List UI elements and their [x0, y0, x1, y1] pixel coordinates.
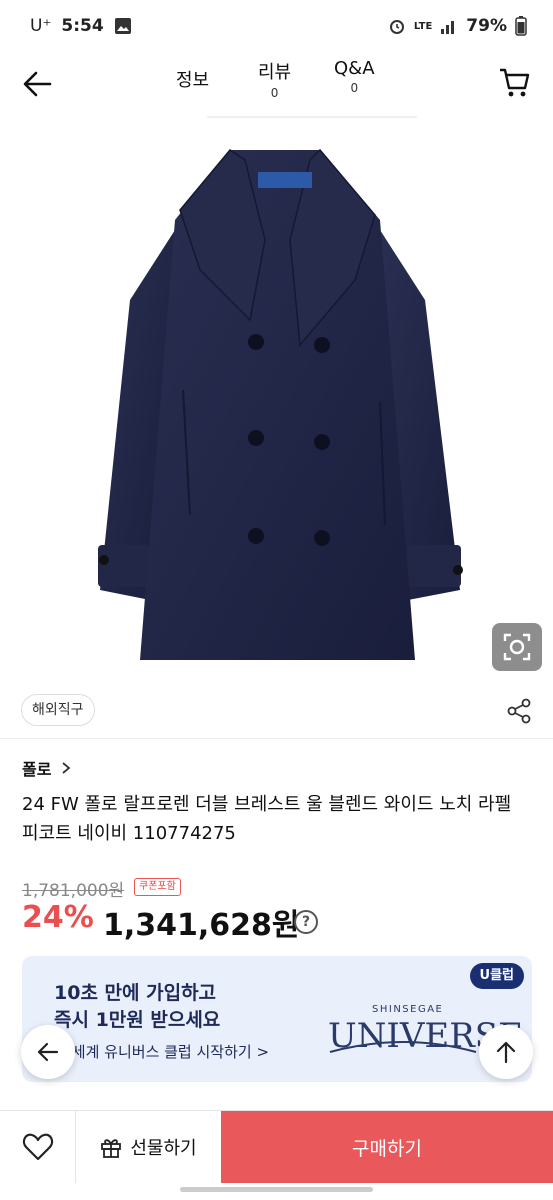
scroll-top-button[interactable] [479, 1025, 533, 1079]
network-label: LTE [413, 20, 433, 32]
discount-rate: 24% [22, 900, 94, 935]
product-image[interactable] [0, 120, 553, 685]
banner-cta: 신세계 유니버스 클럽 시작하기 > [58, 1043, 270, 1061]
logo-shinsegae: SHINSEGAE [372, 1004, 444, 1015]
gift-button[interactable]: 선물하기 [76, 1111, 221, 1183]
original-price: 1,781,000원 [22, 881, 125, 901]
tab-qna-label: Q&A [334, 58, 375, 79]
back-arrow-icon[interactable] [18, 64, 58, 104]
coupon-badge: 쿠폰포함 [134, 878, 181, 896]
tab-info[interactable]: 정보 [176, 66, 209, 92]
banner-line2: 즉시 1만원 받으세요 [54, 1009, 221, 1031]
signal-icon [441, 21, 455, 34]
gift-icon [101, 1139, 122, 1158]
heart-icon [22, 1133, 53, 1161]
uclub-badge: U클럽 [469, 963, 524, 989]
tab-review-label: 리뷰 [258, 62, 292, 83]
status-bar: U⁺ 5:54 LTE 79% [0, 0, 553, 52]
section-divider [0, 738, 553, 739]
chevron-right-icon [62, 762, 71, 774]
share-icon[interactable] [505, 697, 533, 725]
tab-review[interactable]: 리뷰 0 [258, 58, 291, 100]
cart-icon[interactable] [497, 64, 533, 100]
overseas-badge: 해외직구 [21, 694, 95, 726]
home-indicator [180, 1187, 373, 1192]
clock: 5:54 [61, 16, 104, 36]
previous-button[interactable] [21, 1025, 75, 1079]
carrier-label: U⁺ [30, 16, 52, 36]
banner-line1: 10초 만에 가입하고 [54, 982, 217, 1004]
top-nav: 정보 리뷰 0 Q&A 0 [0, 52, 553, 114]
tab-qna-count: 0 [350, 81, 359, 95]
brand-name: 폴로 [22, 760, 52, 779]
tab-review-count: 0 [270, 86, 279, 100]
nav-divider [207, 116, 417, 118]
battery-label: 79% [466, 16, 507, 36]
tab-qna[interactable]: Q&A 0 [334, 58, 375, 95]
sale-price: 1,341,628원 [103, 908, 300, 943]
buy-label: 구매하기 [352, 1137, 422, 1160]
product-title: 24 FW 폴로 랄프로렌 더블 브레스트 울 블렌드 와이드 노치 라펠 피코… [22, 794, 512, 844]
universe-club-banner[interactable]: 10초 만에 가입하고 즉시 1만원 받으세요 신세계 유니버스 클럽 시작하기… [22, 956, 532, 1082]
brand-link[interactable]: 폴로 [22, 756, 71, 780]
battery-icon [515, 16, 527, 36]
alarm-icon [389, 20, 404, 34]
tab-info-label: 정보 [176, 70, 210, 91]
gallery-icon [114, 18, 131, 34]
gift-label: 선물하기 [130, 1138, 197, 1159]
bottom-action-bar: 선물하기 구매하기 [0, 1110, 553, 1183]
like-button[interactable] [0, 1111, 76, 1183]
logo-swoosh-icon [329, 1041, 477, 1053]
arrow-left-icon [37, 1042, 59, 1062]
image-search-button[interactable] [492, 623, 542, 671]
price-help-icon[interactable]: ? [294, 910, 318, 934]
arrow-up-icon [496, 1041, 516, 1064]
lens-icon [503, 633, 531, 661]
buy-button[interactable]: 구매하기 [221, 1111, 553, 1183]
